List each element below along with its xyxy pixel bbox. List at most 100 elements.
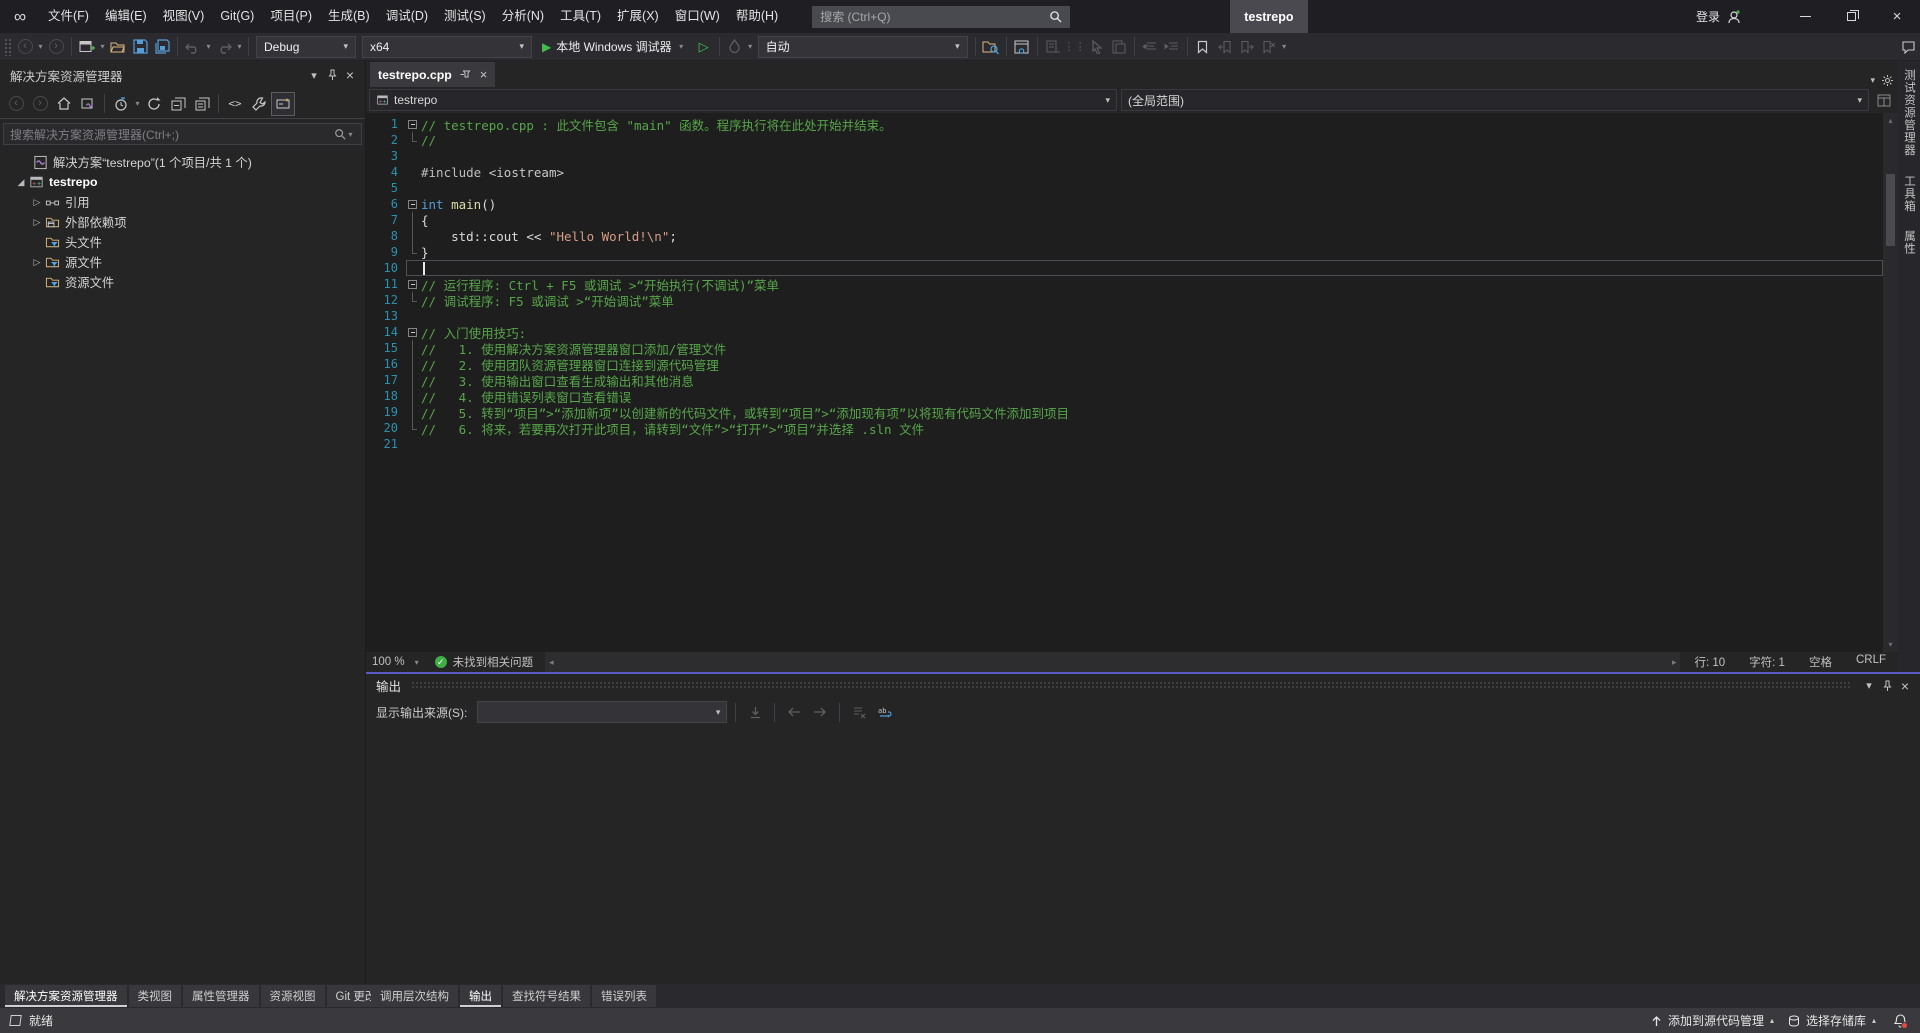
close-button[interactable]: × <box>1874 0 1920 33</box>
previous-bookmark-icon[interactable] <box>1214 35 1236 59</box>
pin-icon[interactable] <box>1878 677 1896 695</box>
search-options-icon[interactable]: ▾ <box>346 130 355 139</box>
tree-item[interactable]: ▷源文件 <box>0 252 365 272</box>
solution-platform-dropdown[interactable]: x64▾ <box>362 36 532 58</box>
preview-selected-items-icon[interactable] <box>271 92 295 116</box>
indentation-indicator[interactable]: 空格 <box>1797 654 1844 670</box>
code-line[interactable]: 1// testrepo.cpp : 此文件包含 "main" 函数。程序执行将… <box>366 116 1883 132</box>
output-panel-header[interactable]: 输出 ▾ × <box>366 674 1920 697</box>
auto-hide-tab[interactable]: 属性 <box>1901 230 1917 255</box>
code-line[interactable]: 2// <box>366 132 1883 148</box>
code-line[interactable]: 21 <box>366 436 1883 452</box>
code-line[interactable]: 3 <box>366 148 1883 164</box>
tree-item[interactable]: 解决方案“testrepo”(1 个项目/共 1 个) <box>0 152 365 172</box>
tree-item[interactable]: 资源文件 <box>0 272 365 292</box>
start-without-debugging-icon[interactable]: ▷ <box>693 35 715 59</box>
view-code-icon[interactable]: <> <box>223 92 247 116</box>
home-icon[interactable] <box>52 92 76 116</box>
solution-configuration-dropdown[interactable]: Debug▾ <box>256 36 356 58</box>
scroll-down-icon[interactable]: ▾ <box>1888 637 1892 652</box>
tree-item[interactable]: 头文件 <box>0 232 365 252</box>
menu-gitg[interactable]: Git(G) <box>212 0 262 33</box>
caret-line-indicator[interactable]: 行: 10 <box>1682 654 1737 670</box>
refresh-icon[interactable] <box>142 92 166 116</box>
clear-bookmarks-icon[interactable] <box>1258 35 1280 59</box>
word-wrap-icon[interactable]: ab <box>874 701 896 723</box>
redo-dropdown-icon[interactable]: ▾ <box>235 42 244 51</box>
code-line[interactable]: 7{ <box>366 212 1883 228</box>
menu-t[interactable]: 工具(T) <box>552 0 609 33</box>
add-to-source-control-button[interactable]: 添加到源代码管理 ▴ <box>1651 1012 1774 1029</box>
select-repository-button[interactable]: 选择存储库 ▴ <box>1788 1012 1876 1029</box>
code-line[interactable]: 13 <box>366 308 1883 324</box>
properties-icon[interactable] <box>247 92 271 116</box>
code-line[interactable]: 9} <box>366 244 1883 260</box>
menu-d[interactable]: 调试(D) <box>378 0 436 33</box>
minimize-button[interactable] <box>1782 0 1828 33</box>
decrease-indent-icon[interactable] <box>1139 35 1161 59</box>
save-all-icon[interactable] <box>151 35 173 59</box>
scroll-up-icon[interactable]: ▴ <box>1888 113 1892 128</box>
expand-closed-icon[interactable]: ▷ <box>30 217 44 228</box>
code-line[interactable]: 6int main() <box>366 196 1883 212</box>
code-line[interactable]: 20// 6. 将来，若要再次打开此项目，请转到“文件”>“打开”>“项目”并选… <box>366 420 1883 436</box>
select-tool-icon[interactable] <box>1086 35 1108 59</box>
left-panel-tab[interactable]: 属性管理器 <box>183 985 259 1007</box>
tree-item[interactable]: ▷引用 <box>0 192 365 212</box>
editor-options-icon[interactable] <box>1881 74 1894 87</box>
open-file-icon[interactable] <box>107 35 129 59</box>
previous-message-icon[interactable] <box>783 701 805 723</box>
navigate-back-dropdown-icon[interactable]: ▾ <box>36 42 45 51</box>
project-dropdown[interactable]: ++ testrepo ▾ <box>369 89 1117 111</box>
pin-icon[interactable] <box>460 69 472 80</box>
navigate-forward-icon[interactable]: › <box>45 35 67 59</box>
zoom-dropdown[interactable]: 100 % ▾ <box>366 652 425 672</box>
left-panel-tab[interactable]: 类视图 <box>129 985 182 1007</box>
menu-s[interactable]: 测试(S) <box>436 0 494 33</box>
hot-reload-mode-dropdown[interactable]: 自动▾ <box>758 36 968 58</box>
left-panel-tab[interactable]: 资源视图 <box>261 985 325 1007</box>
paste-icon[interactable] <box>1108 35 1130 59</box>
left-panel-tab[interactable]: 解决方案资源管理器 <box>5 985 127 1007</box>
window-position-icon[interactable]: ▾ <box>1860 677 1878 695</box>
tree-item[interactable]: ▷外部依赖项 <box>0 212 365 232</box>
menu-h[interactable]: 帮助(H) <box>728 0 786 33</box>
auto-hide-tab[interactable]: 工具箱 <box>1901 175 1917 213</box>
code-line[interactable]: 5 <box>366 180 1883 196</box>
close-icon[interactable]: × <box>1896 677 1914 695</box>
toggle-bookmark-icon[interactable] <box>1192 35 1214 59</box>
scroll-right-icon[interactable]: ▸ <box>1672 657 1677 668</box>
new-project-icon[interactable] <box>76 35 98 59</box>
navigate-back-icon[interactable]: ‹ <box>14 35 36 59</box>
bottom-panel-tab[interactable]: 错误列表 <box>592 985 656 1007</box>
debug-target-dropdown-icon[interactable]: ▾ <box>677 42 686 51</box>
hot-reload-icon[interactable] <box>724 35 746 59</box>
code-line[interactable]: 12// 调试程序: F5 或调试 >“开始调试”菜单 <box>366 292 1883 308</box>
pending-changes-filter-icon[interactable] <box>109 92 133 116</box>
tree-item[interactable]: ◢++testrepo <box>0 172 365 192</box>
pin-icon[interactable] <box>323 66 341 84</box>
close-icon[interactable]: × <box>341 66 359 84</box>
menu-f[interactable]: 文件(F) <box>40 0 97 33</box>
toggle-whitespace-icon[interactable]: ⋮⋮ <box>1064 35 1086 59</box>
fold-collapse-icon[interactable] <box>406 116 421 132</box>
horizontal-scrollbar[interactable]: ◂ ▸ <box>545 652 1680 672</box>
switch-views-icon[interactable] <box>76 92 100 116</box>
tab-testrepo-cpp[interactable]: testrepo.cpp × <box>370 62 495 87</box>
toolbar-overflow-icon[interactable]: ▾ <box>1280 42 1289 51</box>
menu-v[interactable]: 视图(V) <box>155 0 213 33</box>
next-bookmark-icon[interactable] <box>1236 35 1258 59</box>
start-debugging-button[interactable]: ▶ 本地 Windows 调试器 ▾ <box>535 35 693 59</box>
send-feedback-icon[interactable] <box>1898 35 1920 59</box>
output-source-dropdown[interactable]: ▾ <box>477 701 727 723</box>
window-layout-icon[interactable] <box>1011 35 1033 59</box>
undo-icon[interactable] <box>182 35 204 59</box>
tree-back-icon[interactable]: ‹ <box>4 92 28 116</box>
menu-b[interactable]: 生成(B) <box>320 0 378 33</box>
menu-e[interactable]: 编辑(E) <box>97 0 155 33</box>
hot-reload-dropdown-icon[interactable]: ▾ <box>746 42 755 51</box>
output-content[interactable] <box>366 727 1920 984</box>
line-ending-indicator[interactable]: CRLF <box>1844 654 1898 670</box>
active-files-dropdown-icon[interactable]: ▾ <box>1870 75 1875 86</box>
expand-closed-icon[interactable]: ▷ <box>30 257 44 268</box>
